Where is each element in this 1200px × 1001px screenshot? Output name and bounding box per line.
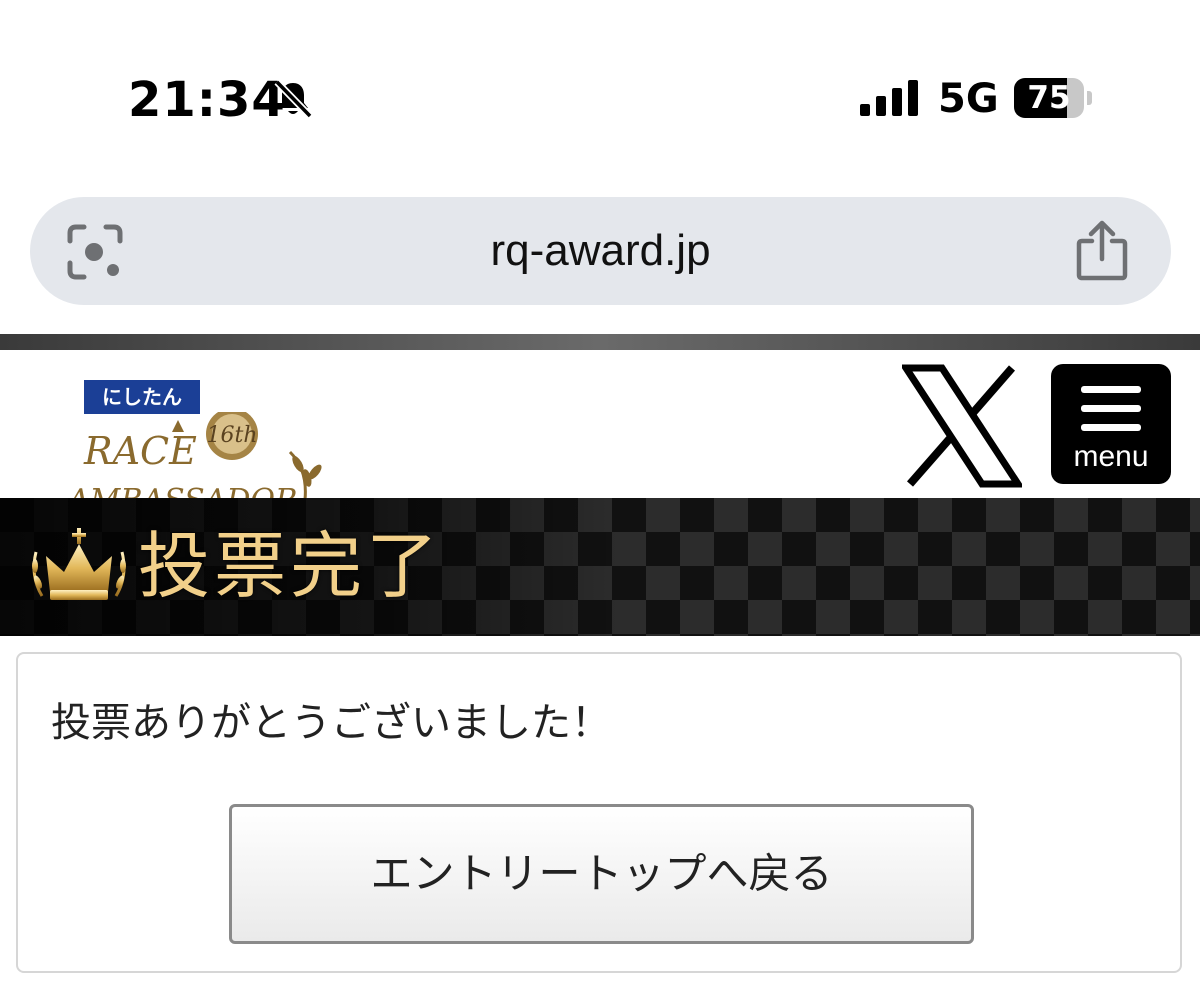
menu-button[interactable]: menu — [1051, 364, 1171, 484]
hamburger-icon — [1081, 386, 1141, 432]
status-time: 21:34 — [128, 72, 286, 128]
back-button-label: エントリートップへ戻る — [370, 849, 833, 898]
status-bar: 21:34 5G 75 — [0, 0, 1200, 190]
content-card: 投票ありがとうございました！ エントリートップへ戻る — [16, 652, 1182, 973]
page-title: 投票完了 — [138, 524, 443, 608]
site-header: にしたん RACE AMBASSADOR 16th menu — [0, 350, 1200, 500]
address-bar[interactable]: rq-award.jp — [30, 197, 1171, 305]
menu-label: menu — [1073, 440, 1149, 473]
brand-logo[interactable]: RACE AMBASSADOR 16th — [60, 412, 340, 500]
back-to-entry-top-button[interactable]: エントリートップへ戻る — [229, 804, 974, 944]
battery-icon: 75 — [1014, 78, 1092, 118]
sponsor-logo[interactable]: にしたん — [84, 380, 200, 414]
signal-icon — [860, 80, 918, 116]
network-type: 5G — [938, 76, 999, 122]
battery-level: 75 — [1027, 80, 1071, 116]
svg-text:16th: 16th — [206, 423, 257, 448]
title-banner: 投票完了 — [0, 498, 1200, 636]
top-strip — [0, 334, 1200, 350]
url-text[interactable]: rq-award.jp — [30, 197, 1171, 305]
thank-you-message: 投票ありがとうございました！ — [51, 700, 611, 746]
crown-icon — [32, 528, 126, 600]
bell-slash-icon — [274, 79, 313, 119]
svg-text:RACE: RACE — [83, 429, 197, 473]
share-icon[interactable] — [1074, 219, 1130, 283]
x-logo-icon[interactable] — [902, 364, 1022, 488]
